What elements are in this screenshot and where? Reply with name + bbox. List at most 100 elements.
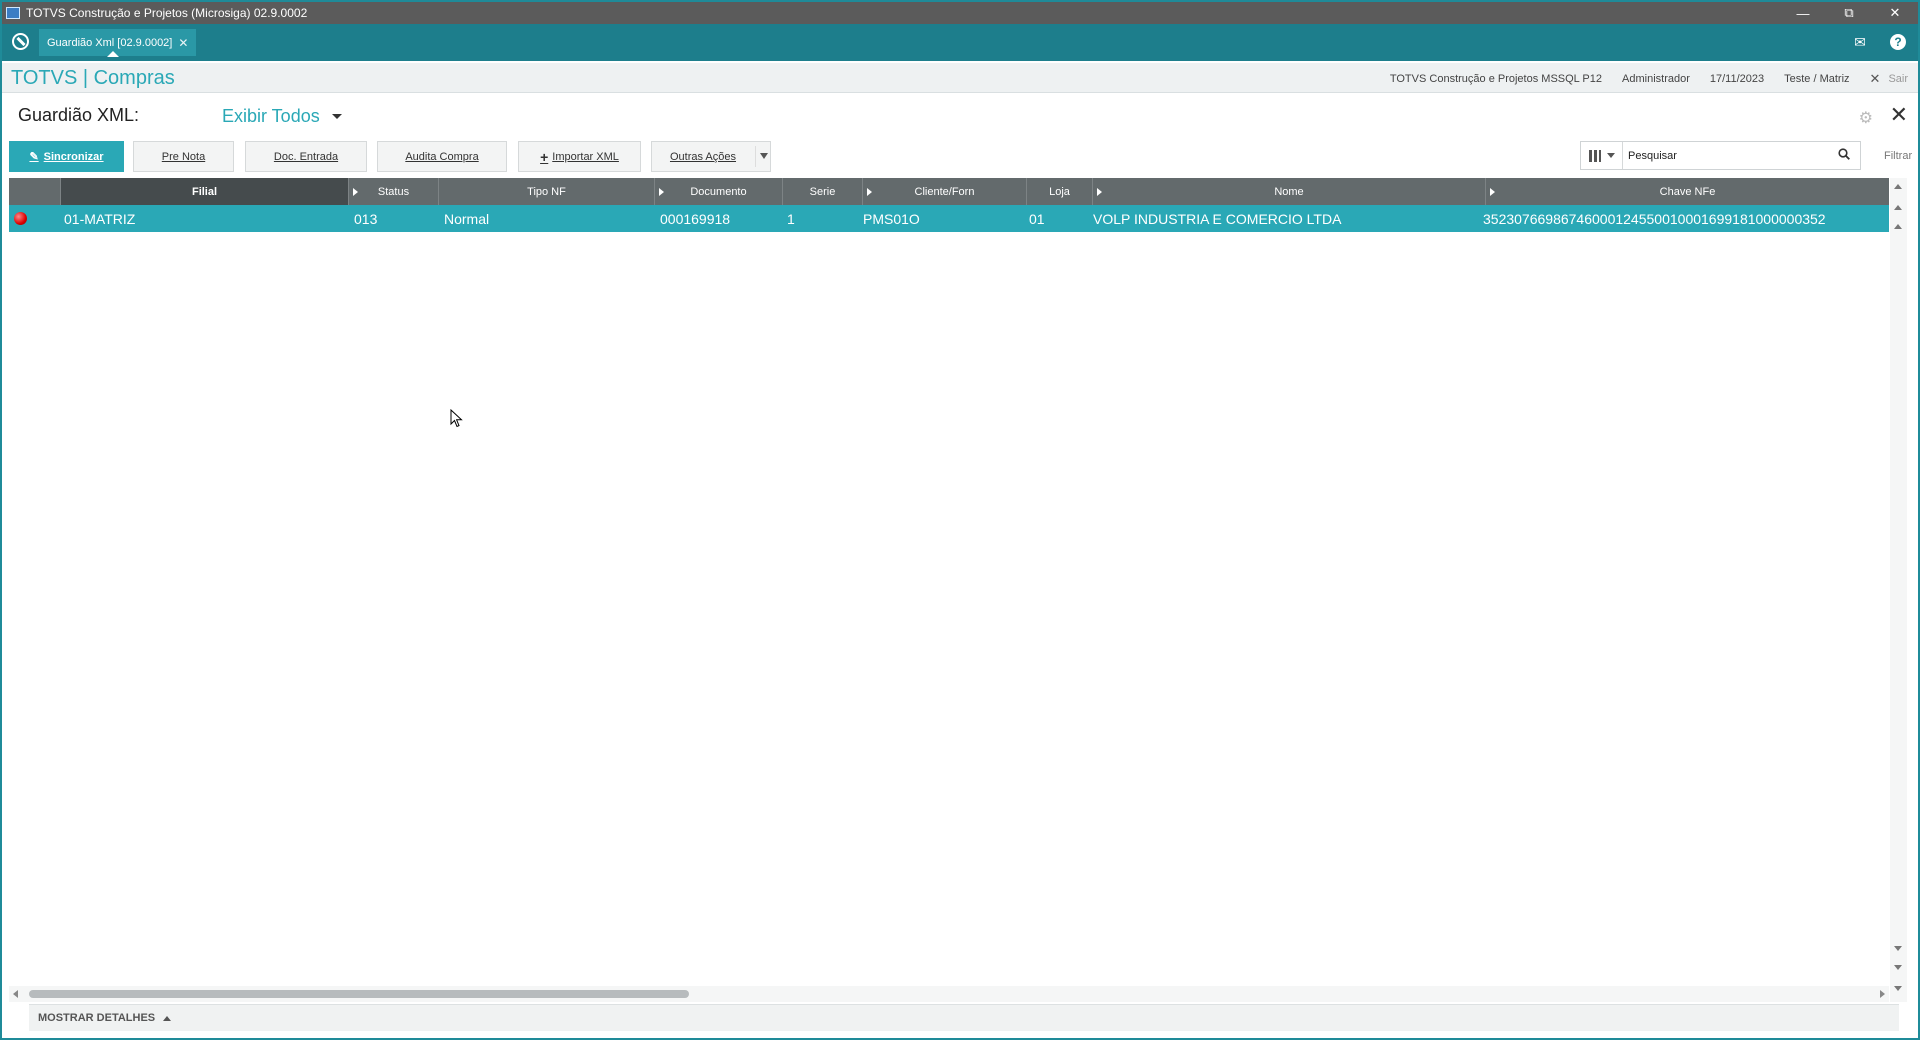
page-title: Guardião XML: — [18, 105, 140, 125]
tab-bar: Guardião Xml [02.9.0002] ✕ ✉ ? — [2, 24, 1918, 61]
divider — [755, 146, 756, 167]
doc-entrada-label: Doc. Entrada — [273, 150, 339, 163]
cell-tipo-nf: Normal — [444, 210, 490, 227]
cell-loja: 01 — [1029, 210, 1045, 227]
header-serie[interactable]: Serie — [783, 178, 863, 205]
sort-arrow-icon — [1097, 188, 1102, 196]
view-selector[interactable]: Exibir Todos — [222, 106, 342, 127]
pre-nota-label: Pre Nota — [161, 150, 206, 163]
header-filial[interactable]: Filial — [61, 178, 349, 205]
environment-label: TOTVS Construção e Projetos MSSQL P12 — [1389, 73, 1603, 85]
sort-arrow-icon — [1490, 188, 1495, 196]
view-label: Exibir Todos — [222, 106, 320, 126]
plus-icon: + — [540, 148, 549, 165]
outras-acoes-button[interactable]: Outras Ações — [651, 141, 771, 172]
outras-acoes-label: Outras Ações — [669, 150, 737, 163]
header-label: Serie — [809, 185, 836, 198]
chevron-down-icon — [331, 114, 342, 119]
home-icon[interactable] — [12, 33, 29, 50]
scroll-page-up-icon[interactable] — [1894, 205, 1902, 210]
exit-button[interactable]: ✕ Sair — [1870, 71, 1908, 87]
header-documento[interactable]: Documento — [655, 178, 783, 205]
table-row[interactable]: 01-MATRIZ 013 Normal 000169918 1 PMS01O … — [9, 205, 1889, 232]
header-status-icon-col — [9, 178, 61, 205]
restore-icon[interactable]: ⧉ — [1826, 2, 1872, 24]
header-loja[interactable]: Loja — [1027, 178, 1093, 205]
company-label: Teste / Matriz — [1784, 73, 1850, 85]
header-nome[interactable]: Nome — [1093, 178, 1486, 205]
header-status[interactable]: Status — [349, 178, 439, 205]
column-picker-button[interactable] — [1581, 142, 1623, 169]
pencil-icon: ✎ — [29, 151, 39, 163]
app-header: TOTVS | Compras TOTVS Construção e Proje… — [2, 63, 1918, 93]
header-cliente-forn[interactable]: Cliente/Forn — [863, 178, 1027, 205]
close-tab-icon[interactable]: ✕ — [178, 36, 188, 50]
sort-arrow-icon — [659, 188, 664, 196]
show-details-button[interactable]: MOSTRAR DETALHES — [38, 1012, 172, 1024]
search-input[interactable] — [1628, 147, 1818, 164]
cell-status: 013 — [354, 210, 378, 227]
header-tipo-nf[interactable]: Tipo NF — [439, 178, 655, 205]
sync-label: Sincronizar — [43, 150, 104, 163]
show-details-label: MOSTRAR DETALHES — [38, 1012, 156, 1024]
scroll-left-icon[interactable] — [13, 990, 18, 998]
audita-compra-label: Audita Compra — [405, 150, 479, 163]
mail-icon[interactable]: ✉ — [1851, 33, 1869, 51]
header-label: Nome — [1274, 185, 1304, 198]
gear-icon[interactable]: ⚙ — [1859, 108, 1873, 128]
brand-title: TOTVS | Compras — [11, 67, 175, 89]
sync-button[interactable]: ✎ Sincronizar — [9, 141, 124, 172]
chevron-up-icon — [163, 1015, 172, 1021]
help-icon[interactable]: ? — [1890, 34, 1906, 50]
scroll-up-icon[interactable] — [1894, 224, 1902, 229]
close-icon[interactable]: ✕ — [1890, 102, 1908, 128]
details-footer: MOSTRAR DETALHES — [29, 1004, 1899, 1031]
scroll-thumb[interactable] — [29, 990, 689, 998]
cell-serie: 1 — [787, 210, 795, 227]
app-window: TOTVS Construção e Projetos (Microsiga) … — [0, 0, 1920, 1040]
user-label: Administrador — [1622, 73, 1690, 85]
active-tab-caret-icon — [107, 51, 119, 57]
scroll-right-icon[interactable] — [1880, 990, 1885, 998]
header-label: Filial — [191, 185, 218, 198]
data-grid: Filial Status Tipo NF Documento Serie Cl… — [9, 178, 1889, 1002]
search-icon[interactable] — [1838, 148, 1850, 160]
tab-guardiao-xml[interactable]: Guardião Xml [02.9.0002] ✕ — [39, 29, 197, 57]
grid-header: Filial Status Tipo NF Documento Serie Cl… — [9, 178, 1889, 205]
scroll-bottom-icon[interactable] — [1894, 986, 1902, 991]
sort-arrow-icon — [353, 188, 358, 196]
tab-label: Guardião Xml [02.9.0002] — [47, 36, 173, 49]
filter-link[interactable]: Filtrar — [1884, 150, 1912, 162]
header-label: Chave NFe — [1659, 185, 1716, 198]
header-label: Cliente/Forn — [914, 185, 975, 198]
cell-cliente-forn: PMS01O — [863, 210, 920, 227]
close-window-icon[interactable]: ✕ — [1872, 2, 1918, 24]
header-label: Tipo NF — [527, 185, 566, 198]
sort-arrow-icon — [867, 188, 872, 196]
header-chave-nfe[interactable]: Chave NFe — [1486, 178, 1889, 205]
doc-entrada-button[interactable]: Doc. Entrada — [245, 141, 367, 172]
mouse-cursor-icon — [450, 409, 463, 428]
pre-nota-button[interactable]: Pre Nota — [133, 141, 234, 172]
minimize-icon[interactable]: — — [1780, 2, 1826, 24]
cell-filial: 01-MATRIZ — [64, 210, 136, 227]
red-dot-icon — [14, 212, 27, 225]
header-label: Documento — [690, 185, 747, 198]
exit-label: Sair — [1888, 73, 1908, 85]
chevron-down-icon — [1606, 153, 1615, 158]
app-icon — [6, 7, 20, 19]
scroll-page-down-icon[interactable] — [1894, 965, 1902, 970]
importar-xml-button[interactable]: + Importar XML — [518, 141, 641, 172]
vertical-scrollbar[interactable] — [1890, 178, 1907, 1002]
scroll-down-icon[interactable] — [1894, 946, 1902, 951]
search-box — [1580, 141, 1861, 170]
status-cell — [14, 205, 54, 232]
header-label: Status — [377, 185, 410, 198]
window-title: TOTVS Construção e Projetos (Microsiga) … — [26, 6, 308, 20]
audita-compra-button[interactable]: Audita Compra — [377, 141, 507, 172]
horizontal-scrollbar[interactable] — [9, 986, 1889, 1002]
cell-nome: VOLP INDUSTRIA E COMERCIO LTDA — [1093, 210, 1342, 227]
scroll-top-icon[interactable] — [1894, 184, 1902, 189]
header-label: Loja — [1049, 185, 1070, 198]
window-titlebar: TOTVS Construção e Projetos (Microsiga) … — [2, 2, 1918, 24]
